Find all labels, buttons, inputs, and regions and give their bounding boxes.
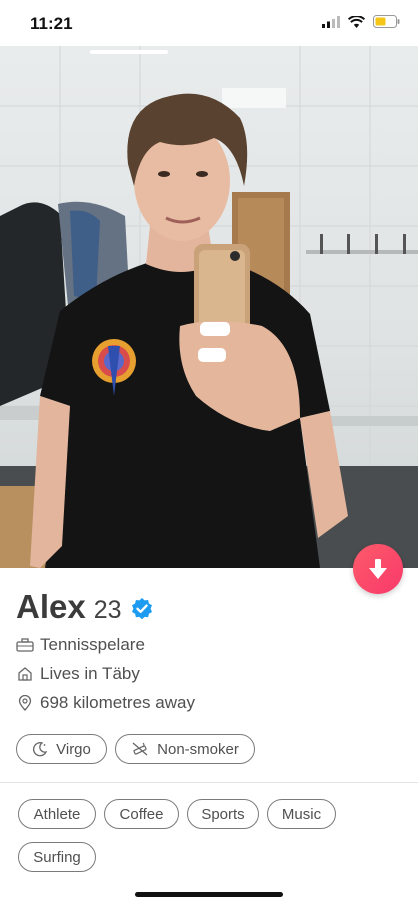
briefcase-icon bbox=[16, 636, 34, 654]
wifi-icon bbox=[348, 15, 365, 28]
profile-header: Alex 23 bbox=[16, 588, 154, 626]
collapse-profile-button[interactable] bbox=[353, 544, 403, 594]
profile-photo-illustration bbox=[0, 46, 418, 568]
no-smoking-icon bbox=[132, 742, 148, 756]
location-pin-icon bbox=[16, 694, 34, 712]
job-text: Tennisspelare bbox=[40, 635, 145, 654]
photo-indicator bbox=[90, 50, 168, 54]
basic-chip-label: Virgo bbox=[56, 740, 91, 758]
status-bar: 11:21 bbox=[0, 0, 418, 46]
distance-text: 698 kilometres away bbox=[40, 693, 195, 712]
basic-chip-label: Non-smoker bbox=[157, 740, 239, 758]
battery-icon bbox=[373, 15, 400, 28]
interest-chip-label: Sports bbox=[201, 805, 245, 823]
arrow-down-icon bbox=[369, 559, 387, 579]
interest-chip-label: Coffee bbox=[119, 805, 164, 823]
interest-chip-athlete: Athlete bbox=[18, 799, 96, 829]
profile-photo[interactable] bbox=[0, 46, 418, 568]
home-indicator[interactable] bbox=[135, 892, 283, 897]
job-line: Tennisspelare bbox=[16, 635, 145, 655]
interest-chip-label: Music bbox=[281, 805, 322, 823]
moon-icon bbox=[33, 742, 48, 757]
status-time: 11:21 bbox=[30, 14, 73, 33]
status-icons bbox=[322, 15, 400, 28]
home-icon bbox=[16, 665, 34, 683]
interest-chip-music: Music bbox=[267, 799, 336, 829]
basic-chip-non-smoker: Non-smoker bbox=[115, 734, 255, 764]
verified-badge-icon bbox=[131, 598, 152, 620]
interest-chip-coffee: Coffee bbox=[104, 799, 179, 829]
section-divider bbox=[0, 782, 418, 783]
basic-chip-virgo: Virgo bbox=[16, 734, 107, 764]
interest-chip-label: Athlete bbox=[33, 805, 81, 823]
interest-chip-label: Surfing bbox=[33, 848, 81, 866]
profile-name: Alex bbox=[16, 588, 86, 625]
interest-chip-sports: Sports bbox=[187, 799, 259, 829]
lives-line: Lives in Täby bbox=[16, 664, 140, 684]
interest-chip-surfing: Surfing bbox=[18, 842, 96, 872]
profile-age: 23 bbox=[93, 596, 122, 624]
distance-line: 698 kilometres away bbox=[16, 693, 195, 713]
lives-text: Lives in Täby bbox=[40, 664, 140, 683]
signal-icon bbox=[322, 15, 340, 28]
